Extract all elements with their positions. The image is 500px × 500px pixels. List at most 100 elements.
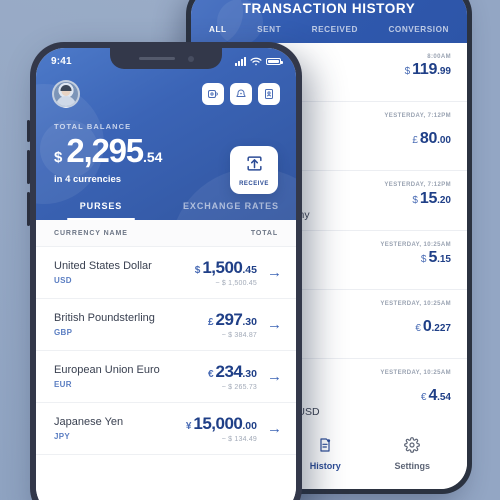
front-camera bbox=[187, 55, 194, 62]
transaction-filter-tabs[interactable]: ALL SENT RECEIVED CONVERSION bbox=[191, 25, 467, 43]
header-action-buttons bbox=[202, 83, 280, 105]
currency-total: £297.30 bbox=[208, 310, 257, 330]
tab-conversion[interactable]: CONVERSION bbox=[388, 25, 449, 34]
amount-integer: 4 bbox=[428, 387, 438, 405]
amount-decimal: .00 bbox=[242, 420, 257, 432]
tab-received[interactable]: RECEIVED bbox=[312, 25, 358, 34]
amount-integer: 5 bbox=[428, 248, 438, 266]
contacts-icon bbox=[263, 88, 275, 100]
list-item[interactable]: European Union Euro EUR €234.30 ~ $ 265.… bbox=[36, 351, 296, 403]
purses-tabs: PURSES EXCHANGE RATES bbox=[36, 201, 296, 220]
battery-icon bbox=[266, 58, 283, 65]
nav-item-settings[interactable]: Settings bbox=[383, 431, 443, 477]
contacts-icon-button[interactable] bbox=[258, 83, 280, 105]
card-icon bbox=[207, 88, 219, 100]
front-phone-device: 9:41 TOTAL BALANCE $ 2,295 .54 in 4 curr… bbox=[27, 42, 302, 500]
amount-decimal: .54 bbox=[437, 392, 451, 404]
gear-icon bbox=[404, 437, 421, 458]
nav-label-settings: Settings bbox=[394, 461, 431, 471]
list-item[interactable]: Japanese Yen JPY ¥15,000.00 ~ $ 134.49 → bbox=[36, 403, 296, 455]
currency-name: British Poundsterling bbox=[54, 311, 155, 324]
currency-symbol: $ bbox=[412, 194, 418, 206]
currency-name: European Union Euro bbox=[54, 363, 160, 376]
currency-code: EUR bbox=[54, 380, 72, 390]
nav-item-history[interactable]: History bbox=[298, 431, 353, 477]
amount-integer: 0 bbox=[422, 317, 432, 335]
receive-label: RECEIVE bbox=[239, 180, 269, 187]
currency-list: United States Dollar USD $1,500.45 ~ $ 1… bbox=[36, 247, 296, 500]
currency-symbol: € bbox=[207, 369, 214, 380]
column-header-name: CURRENCY NAME bbox=[54, 230, 128, 237]
currency-symbol: $ bbox=[404, 66, 411, 78]
amount-decimal: .20 bbox=[437, 194, 451, 206]
tab-all[interactable]: ALL bbox=[209, 25, 227, 34]
header-row bbox=[36, 70, 296, 108]
currency-symbol: £ bbox=[412, 135, 418, 147]
screenshot-canvas: TRANSACTION HISTORY ALL SENT RECEIVED CO… bbox=[0, 0, 500, 500]
balance-decimal: .54 bbox=[142, 149, 163, 165]
balance-hero-panel: 9:41 TOTAL BALANCE $ 2,295 .54 in 4 curr… bbox=[36, 48, 296, 220]
amount-integer: 1,500 bbox=[202, 258, 243, 277]
status-time: 9:41 bbox=[51, 56, 72, 67]
card-icon-button[interactable] bbox=[202, 83, 224, 105]
currency-symbol: £ bbox=[207, 317, 214, 328]
currency-usd-equivalent: ~ $ 265.73 bbox=[221, 384, 257, 391]
currency-name: Japanese Yen bbox=[54, 415, 124, 428]
device-button-volume-down bbox=[27, 150, 30, 184]
amount-integer: 80 bbox=[419, 130, 438, 148]
chevron-right-icon[interactable]: → bbox=[267, 317, 282, 332]
amount-decimal: .227 bbox=[431, 322, 451, 334]
currency-total: €234.30 bbox=[208, 362, 257, 382]
currency-usd-equivalent: ~ $ 384.87 bbox=[221, 332, 257, 339]
chevron-right-icon[interactable]: → bbox=[267, 265, 282, 280]
transaction-time: YESTERDAY, 10:25AM bbox=[380, 300, 451, 307]
amount-decimal: .15 bbox=[437, 253, 451, 265]
amount-integer: 15,000 bbox=[193, 414, 243, 433]
earpiece-speaker bbox=[138, 57, 175, 60]
receive-button[interactable]: RECEIVE bbox=[230, 146, 278, 194]
front-phone-screen: 9:41 TOTAL BALANCE $ 2,295 .54 in 4 curr… bbox=[36, 48, 296, 500]
currency-code: JPY bbox=[54, 432, 71, 442]
list-item[interactable]: British Poundsterling GBP £297.30 ~ $ 38… bbox=[36, 299, 296, 351]
page-title: TRANSACTION HISTORY bbox=[242, 1, 416, 16]
amount-integer: 234 bbox=[215, 362, 243, 381]
currency-code: GBP bbox=[54, 328, 73, 338]
nav-label-history: History bbox=[309, 461, 341, 471]
tab-exchange-rates[interactable]: EXCHANGE RATES bbox=[166, 201, 296, 220]
currency-symbol: € bbox=[415, 322, 421, 334]
transaction-time: YESTERDAY, 7:12PM bbox=[384, 113, 451, 120]
transaction-time: YESTERDAY, 7:12PM bbox=[384, 182, 451, 189]
avatar-body bbox=[56, 96, 76, 106]
transaction-time: YESTERDAY, 10:25AM bbox=[380, 241, 451, 248]
currency-total: $1,500.45 bbox=[195, 258, 257, 278]
wifi-icon bbox=[250, 53, 262, 71]
amount-integer: 297 bbox=[215, 310, 243, 329]
tab-purses[interactable]: PURSES bbox=[36, 201, 166, 220]
chevron-right-icon[interactable]: → bbox=[267, 369, 282, 384]
transaction-time: YESTERDAY, 10:25AM bbox=[380, 369, 451, 376]
device-notch bbox=[110, 48, 222, 69]
currency-symbol: € bbox=[420, 392, 427, 404]
transaction-history-header: TRANSACTION HISTORY ALL SENT RECEIVED CO… bbox=[191, 0, 467, 43]
column-header-total: TOTAL bbox=[250, 230, 278, 237]
currency-table-header: CURRENCY NAME TOTAL bbox=[36, 220, 296, 247]
balance-currency-symbol: $ bbox=[54, 149, 63, 166]
avatar[interactable] bbox=[52, 80, 80, 108]
bell-icon-button[interactable] bbox=[230, 83, 252, 105]
tab-sent[interactable]: SENT bbox=[257, 25, 281, 34]
amount-decimal: .45 bbox=[242, 264, 257, 276]
currency-symbol: $ bbox=[194, 265, 201, 276]
signal-icon bbox=[235, 57, 246, 66]
transaction-time: 8:00AM bbox=[427, 54, 451, 60]
currency-name: United States Dollar bbox=[54, 259, 152, 272]
balance-label: TOTAL BALANCE bbox=[54, 122, 132, 131]
amount-decimal: .00 bbox=[437, 135, 451, 147]
currency-code: USD bbox=[54, 276, 72, 286]
list-item[interactable]: United States Dollar USD $1,500.45 ~ $ 1… bbox=[36, 247, 296, 299]
currency-usd-equivalent: ~ $ 1,500.45 bbox=[215, 280, 257, 287]
currency-symbol: ¥ bbox=[185, 421, 192, 432]
device-button-volume-up bbox=[27, 120, 30, 142]
balance-integer: 2,295 bbox=[66, 132, 144, 169]
currency-usd-equivalent: ~ $ 134.49 bbox=[221, 436, 257, 443]
chevron-right-icon[interactable]: → bbox=[267, 421, 282, 436]
